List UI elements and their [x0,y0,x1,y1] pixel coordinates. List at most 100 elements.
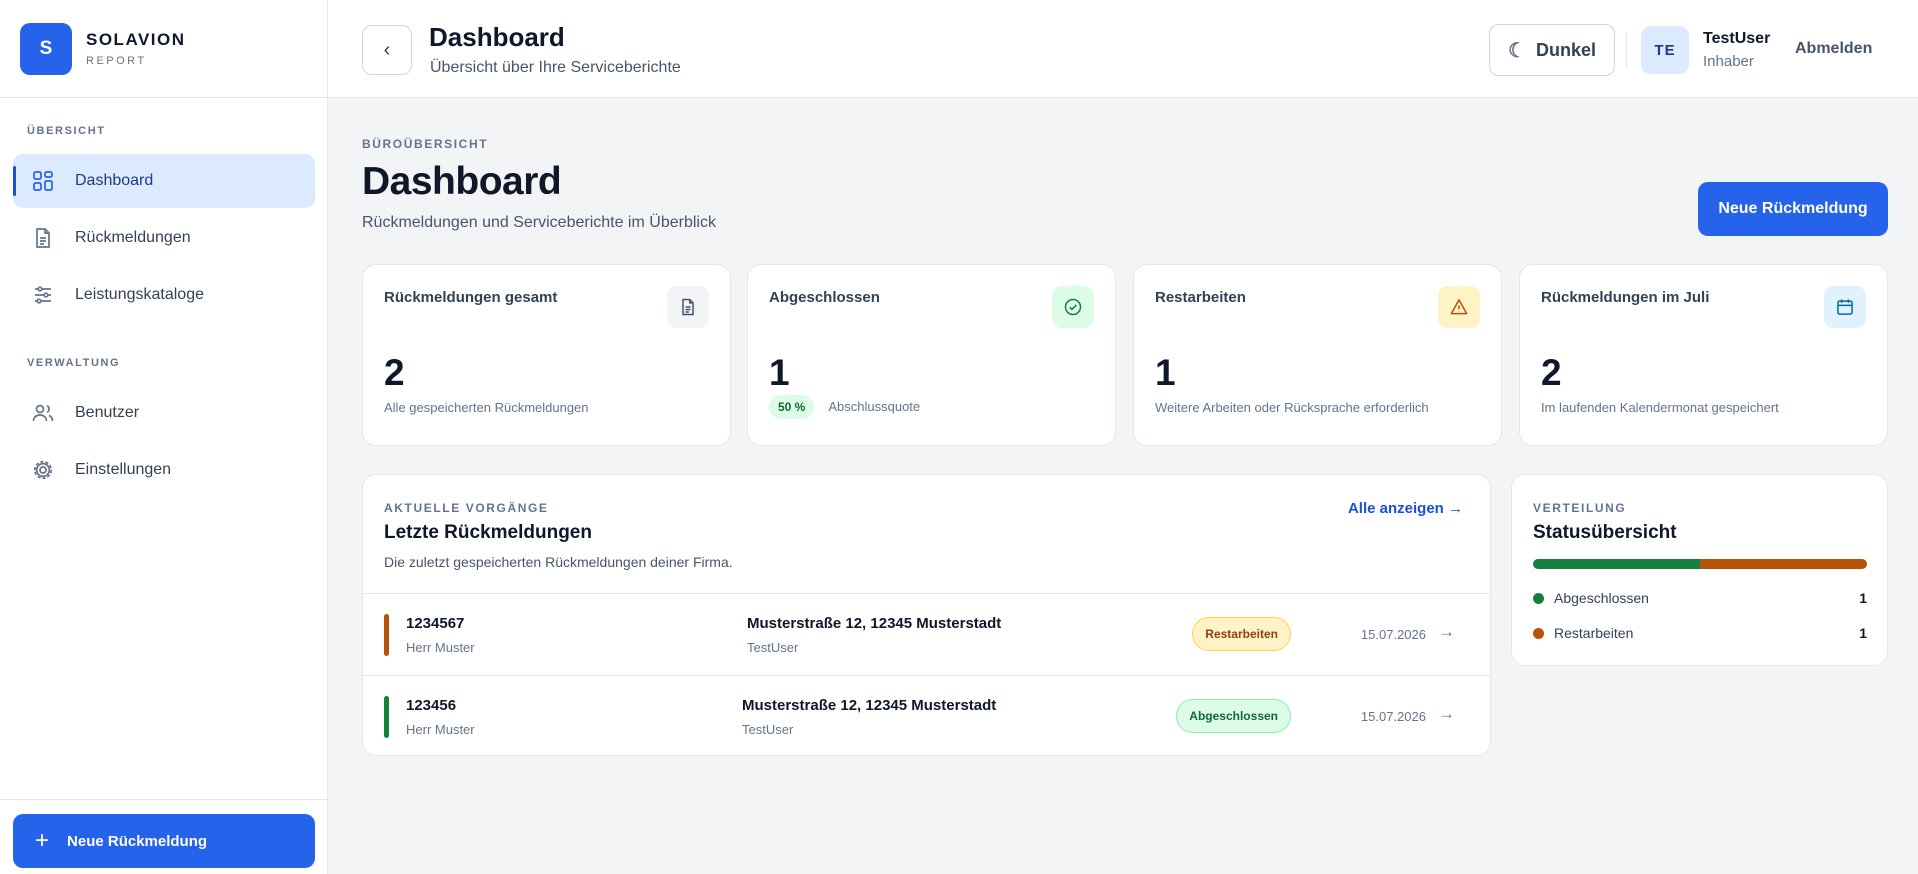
report-date: 15.07.2026 [1360,627,1426,642]
sidebar-item-label: Einstellungen [75,461,172,478]
theme-toggle-button[interactable]: ☾ Dunkel [1489,24,1615,76]
main-subtitle: Rückmeldungen und Serviceberichte im Übe… [362,214,716,231]
stat-note-row: 50 % Abschlussquote [769,395,920,419]
report-user: TestUser [742,722,794,737]
stat-value: 2 [1541,352,1562,393]
calendar-icon [1824,286,1866,328]
status-indicator-bar [384,614,389,656]
status-title: Statusübersicht [1533,522,1677,543]
logout-button[interactable]: Abmelden [1795,40,1872,58]
sliders-icon [31,283,55,307]
status-badge: Restarbeiten [1192,617,1291,651]
main-title: Dashboard [362,160,562,203]
logo: S [20,22,72,75]
document-icon [667,286,709,328]
theme-toggle-label: Dunkel [1535,39,1596,60]
sidebar-item-label: Rückmeldungen [75,229,191,246]
back-button[interactable]: ‹ [362,25,412,75]
report-user: TestUser [747,640,799,655]
report-contact: Herr Muster [406,640,475,655]
status-distribution-bar [1533,559,1867,569]
main-eyebrow: BÜROÜBERSICHT [362,137,489,151]
chevron-left-icon: ‹ [383,38,391,61]
arrow-right-icon[interactable]: → [1438,622,1455,642]
stat-value: 1 [769,352,790,393]
avatar[interactable]: TE [1641,26,1689,74]
sidebar-item-label: Leistungskataloge [75,286,204,303]
status-dot [1533,627,1544,639]
sidebar-item-einstellungen[interactable]: Einstellungen [13,443,315,497]
stat-label: Rückmeldungen im Juli [1541,289,1710,306]
status-indicator-bar [384,696,389,738]
plus-icon: + [35,827,50,854]
sidebar-item-leistungskataloge[interactable]: Leistungskataloge [13,268,315,322]
stat-label: Restarbeiten [1155,289,1246,306]
legend-label: Restarbeiten [1554,625,1634,641]
sidebar-new-report-label: Neue Rückmeldung [67,832,208,850]
gear-icon [31,458,55,482]
distribution-segment-rework [1700,559,1867,569]
sidebar-item-benutzer[interactable]: Benutzer [13,386,315,440]
status-overview-panel: VERTEILUNG Statusübersicht Abgeschlossen… [1511,474,1888,666]
stat-card-rework: Restarbeiten 1 Weitere Arbeiten oder Rüc… [1133,264,1502,446]
stat-note: Im laufenden Kalendermonat gespeichert [1541,400,1779,415]
stat-card-month: Rückmeldungen im Juli 2 Im laufenden Kal… [1519,264,1888,446]
brand: S SOLAVION REPORT [0,0,327,98]
sidebar-item-label: Benutzer [75,404,140,421]
arrow-right-icon[interactable]: → [1438,704,1455,724]
legend-item-completed: Abgeschlossen 1 [1533,590,1867,606]
moon-icon: ☾ [1508,39,1526,62]
recent-reports-panel: AKTUELLE VORGÄNGE Letzte Rückmeldungen D… [362,474,1491,756]
warning-triangle-icon [1438,286,1480,328]
see-all-link[interactable]: Alle anzeigen → [1348,500,1463,517]
report-address: Musterstraße 12, 12345 Musterstadt [742,697,997,714]
new-report-button[interactable]: Neue Rückmeldung [1698,182,1888,236]
stat-note: Alle gespeicherten Rückmeldungen [384,400,589,415]
page-subtitle: Übersicht über Ihre Serviceberichte [430,59,681,76]
legend-count: 1 [1859,590,1867,606]
sidebar-footer: + Neue Rückmeldung [0,799,327,874]
user-name: TestUser [1703,30,1771,47]
recent-eyebrow: AKTUELLE VORGÄNGE [384,501,549,515]
stat-card-total: Rückmeldungen gesamt 2 Alle gespeicherte… [362,264,731,446]
legend-label: Abgeschlossen [1554,590,1649,606]
stat-note: Weitere Arbeiten oder Rücksprache erford… [1155,400,1429,415]
stat-card-completed: Abgeschlossen 1 50 % Abschlussquote [747,264,1116,446]
stat-label: Abgeschlossen [769,289,880,306]
stat-note: Abschlussquote [828,399,921,414]
table-row[interactable]: 1234567 Herr Muster Musterstraße 12, 123… [363,593,1490,675]
status-dot [1533,592,1544,604]
report-address: Musterstraße 12, 12345 Musterstadt [747,615,1002,632]
dashboard-grid-icon [31,169,55,193]
recent-title: Letzte Rückmeldungen [384,522,592,543]
users-icon [31,401,55,425]
sidebar: S SOLAVION REPORT ÜBERSICHT Dashboard Rü… [0,0,328,874]
sidebar-item-dashboard[interactable]: Dashboard [13,154,315,208]
legend-count: 1 [1859,625,1867,641]
brand-subtitle: REPORT [86,55,147,67]
header-divider [1626,32,1627,68]
legend-item-rework: Restarbeiten 1 [1533,625,1867,641]
table-row[interactable]: 123456 Herr Muster Musterstraße 12, 1234… [363,675,1490,757]
sidebar-section-overview: ÜBERSICHT [27,125,106,137]
page-title: Dashboard [429,22,565,52]
check-circle-icon [1052,286,1094,328]
report-date: 15.07.2026 [1360,709,1426,724]
report-id: 123456 [406,697,457,714]
brand-name: SOLAVION [86,30,186,49]
document-icon [31,226,55,250]
stat-value: 2 [384,352,405,393]
topbar: ‹ Dashboard Übersicht über Ihre Serviceb… [328,0,1918,98]
status-eyebrow: VERTEILUNG [1533,501,1627,515]
sidebar-item-rueckmeldungen[interactable]: Rückmeldungen [13,211,315,265]
stat-label: Rückmeldungen gesamt [384,289,558,306]
report-id: 1234567 [406,615,465,632]
user-role: Inhaber [1703,53,1754,70]
sidebar-item-label: Dashboard [75,172,154,189]
sidebar-new-report-button[interactable]: + Neue Rückmeldung [13,814,315,868]
stat-value: 1 [1155,352,1176,393]
distribution-segment-completed [1533,559,1700,569]
completion-rate-badge: 50 % [769,395,815,419]
report-contact: Herr Muster [406,722,475,737]
recent-description: Die zuletzt gespeicherten Rückmeldungen … [384,554,733,570]
